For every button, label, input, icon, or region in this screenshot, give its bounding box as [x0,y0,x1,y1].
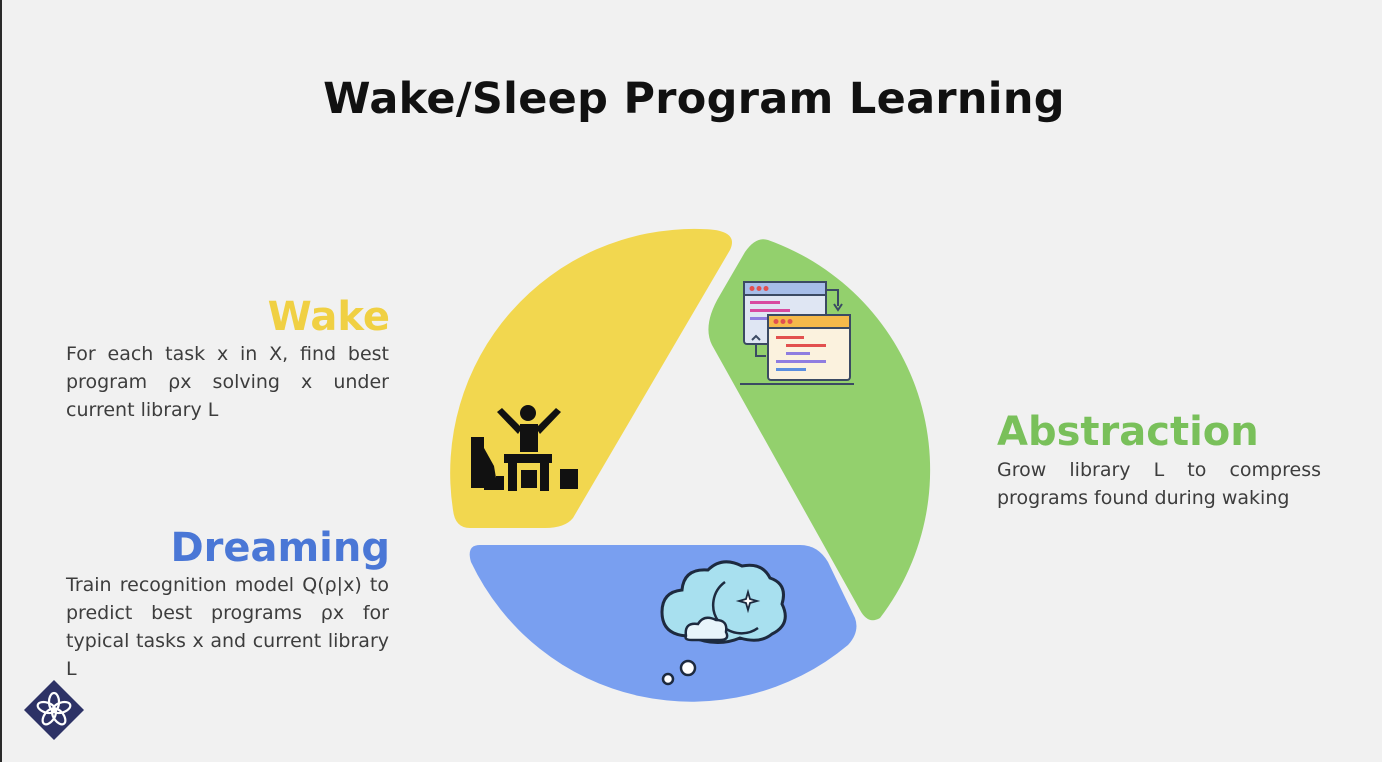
abstraction-description: Grow library L to compress programs foun… [997,459,1321,509]
flower-diamond-logo [24,680,84,740]
dreaming-heading: Dreaming [170,525,390,571]
dreaming-description: Train recognition model Q(ρ|x) to predic… [66,574,389,680]
abstraction-heading: Abstraction [997,409,1259,455]
wake-description: For each task x in X, find best program … [66,343,389,421]
wake-heading: Wake [267,294,390,340]
